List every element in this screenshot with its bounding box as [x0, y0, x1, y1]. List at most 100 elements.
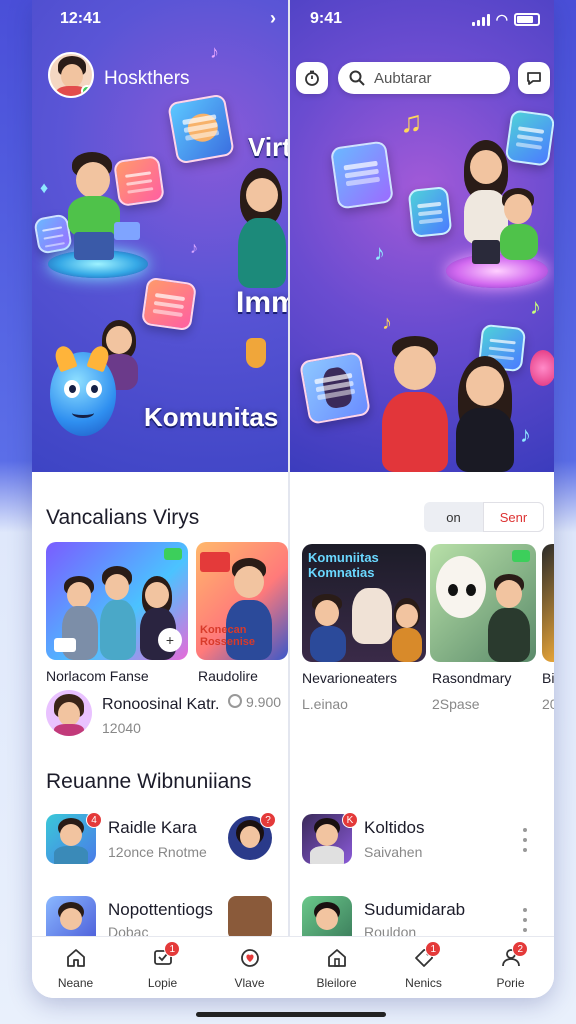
nav-item-explore[interactable]: Bleilore [293, 937, 380, 998]
nav-item-favorites[interactable]: Vlave [206, 937, 293, 998]
balloon-icon [530, 350, 554, 386]
nav-label: Neane [57, 975, 94, 990]
hero-title-komunitas: Komunitas [144, 402, 279, 432]
home-icon [66, 948, 85, 967]
featured-card-1[interactable]: + [46, 542, 188, 660]
battery-icon [514, 13, 540, 26]
list-item-title: Koltidos [364, 818, 425, 837]
live-indicator-icon [164, 548, 182, 560]
profile-avatar[interactable] [48, 52, 94, 98]
wifi-icon: ◠ [495, 11, 508, 27]
hero-banner-right: 9:41 ◠ Aubtarar ♫ ♪ ♪ ♪ ♪ [290, 0, 554, 472]
logo-icon [54, 638, 76, 652]
right-screen: 9:41 ◠ Aubtarar ♫ ♪ ♪ ♪ ♪ on Senr Komuni… [288, 0, 554, 998]
hero-banner-left: 12:41 › Hoskthers ♪ ♦ ♪ Virt Imm Komunit… [32, 0, 288, 472]
home-indicator [196, 1012, 386, 1017]
floating-media-card [298, 351, 372, 425]
music-note-icon: ♪ [520, 422, 531, 447]
app-screens: 12:41 › Hoskthers ♪ ♦ ♪ Virt Imm Komunit… [32, 0, 554, 998]
music-note-icon: ♦ [40, 180, 49, 197]
messages-button[interactable] [518, 62, 550, 94]
nav-label: Porie [496, 975, 525, 990]
left-content: Vancalians Virys + Norlacom Fanse Koneca… [32, 472, 288, 946]
content-card-3[interactable] [542, 544, 554, 662]
music-note-icon: ♫ [400, 106, 423, 139]
more-options-icon[interactable] [520, 828, 530, 852]
heart-icon [240, 948, 259, 967]
timer-icon [305, 70, 319, 86]
comment-icon [228, 694, 242, 708]
status-icons: ◠ [471, 11, 540, 28]
status-bar: 12:41 › [32, 8, 288, 30]
list-item[interactable]: 4 Raidle Kara 12once Rnotme ? [32, 812, 288, 876]
hero-title-imm: Imm [236, 286, 288, 319]
nav-item-notifications[interactable]: 1 Nenics [380, 937, 467, 998]
avatar-character [496, 188, 542, 274]
content-card-meta: 20 [542, 696, 554, 712]
music-note-icon: ♪ [210, 42, 219, 62]
notification-badge: ? [260, 812, 276, 828]
signal-icon [471, 13, 490, 26]
nav-item-home[interactable]: Neane [32, 937, 119, 998]
bottom-navigation: Neane 1 Lopie Vlave Bleilore 1 Nenics 2 … [32, 936, 554, 998]
content-card-1[interactable]: Komuniitas Komnatias [302, 544, 426, 662]
right-content: on Senr Komuniitas Komnatias Nevarioneat… [290, 472, 554, 946]
toggle-option-on[interactable]: Senr [483, 502, 544, 532]
online-status-dot [81, 85, 92, 96]
section-title-communities: Reuanne Wibnuniians [46, 770, 252, 793]
music-note-icon: ♪ [382, 312, 392, 334]
floating-media-card [329, 140, 395, 210]
featured-card-label: Raudolire [198, 668, 258, 684]
search-bar[interactable] [338, 62, 510, 94]
timer-button[interactable] [296, 62, 328, 94]
nav-badge: 2 [512, 941, 529, 957]
list-item-subtitle: Saivahen [364, 844, 423, 860]
featured-card-2[interactable]: Konecan Rossenise [196, 542, 288, 660]
mascot-character [50, 343, 116, 436]
content-card-label: Nevarioneaters [302, 670, 397, 686]
avatar-character [450, 356, 520, 472]
nav-badge: 1 [164, 941, 181, 957]
nav-label: Bleilore [316, 975, 357, 990]
creator-meta: 12040 [102, 720, 141, 736]
toggle-option-off[interactable]: on [424, 502, 483, 532]
view-toggle[interactable]: on Senr [424, 502, 544, 532]
nav-item-profile[interactable]: 2 Porie [467, 937, 554, 998]
nav-label: Vlave [234, 975, 265, 990]
music-note-icon: ♪ [374, 240, 385, 265]
status-time: 12:41 [60, 10, 101, 27]
search-input[interactable] [374, 69, 494, 87]
poster-text: Konecan Rossenise [200, 624, 256, 648]
floating-media-card [140, 276, 198, 332]
list-item-title: Nopottentiogs [108, 900, 213, 919]
content-card-meta: 2Spase [432, 696, 480, 712]
nav-item-chat[interactable]: 1 Lopie [119, 937, 206, 998]
hero-title-virtual: Virtual [248, 132, 288, 162]
content-card-meta: L.einao [302, 696, 348, 712]
floating-media-card [167, 93, 235, 165]
featured-card-label: Norlacom Fanse [46, 668, 149, 684]
list-item-subtitle: 12once Rnotme [108, 844, 207, 860]
nav-label: Lopie [147, 975, 178, 990]
creator-avatar[interactable] [46, 690, 92, 736]
list-item[interactable]: K Koltidos Saivahen [290, 812, 554, 876]
floating-media-card [407, 186, 453, 238]
list-item-title: Raidle Kara [108, 818, 197, 837]
building-icon [327, 948, 346, 967]
nav-label: Nenics [405, 975, 442, 990]
add-icon[interactable]: + [158, 628, 182, 652]
status-bar: 9:41 ◠ [290, 8, 554, 30]
avatar-character [58, 152, 140, 262]
nav-badge: 1 [425, 941, 442, 957]
live-indicator-icon [512, 550, 530, 562]
section-title-featured: Vancalians Virys [46, 506, 200, 529]
top-controls [296, 62, 550, 96]
mascot-character [436, 556, 486, 618]
left-screen: 12:41 › Hoskthers ♪ ♦ ♪ Virt Imm Komunit… [32, 0, 288, 998]
music-note-icon: ♪ [530, 294, 541, 319]
content-card-2[interactable] [430, 544, 536, 662]
message-icon [527, 72, 541, 85]
more-options-icon[interactable] [520, 908, 530, 932]
chevron-right-icon[interactable]: › [270, 8, 276, 29]
content-card-label: Bi [542, 670, 554, 686]
